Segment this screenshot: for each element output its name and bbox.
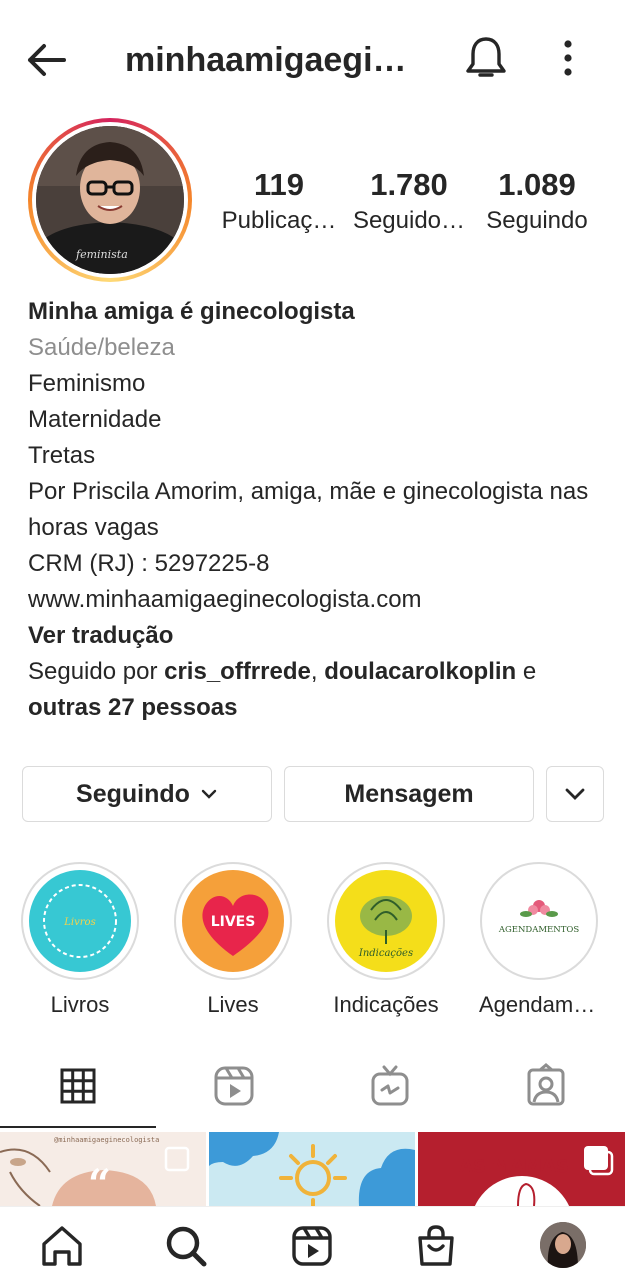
post-thumbnail[interactable]: “ @minhaamigaeginecologista bbox=[0, 1132, 206, 1206]
stat-following[interactable]: 1.089 Seguindo bbox=[475, 166, 599, 236]
chevron-down-icon bbox=[201, 789, 217, 799]
highlight-label: Agendamen… bbox=[479, 992, 599, 1017]
profile-avatar[interactable]: feminista bbox=[28, 118, 192, 282]
highlight-cover: Indicações bbox=[335, 870, 437, 972]
post-caption: @minhaamigaeginecologista bbox=[54, 1136, 159, 1144]
followed-others[interactable]: outras 27 pessoas bbox=[28, 694, 237, 721]
bell-icon[interactable] bbox=[463, 34, 509, 82]
more-options-icon[interactable] bbox=[548, 36, 588, 80]
igtv-icon[interactable] bbox=[366, 1062, 414, 1110]
followed-user-2[interactable]: doulacarolkoplin bbox=[324, 658, 516, 685]
suggested-accounts-button[interactable] bbox=[546, 766, 604, 822]
bio-line: Maternidade bbox=[28, 406, 162, 433]
post-thumbnail[interactable]: AS MAMAS bbox=[418, 1132, 625, 1206]
home-icon[interactable] bbox=[38, 1222, 86, 1270]
highlight-livros[interactable]: Livros Livros bbox=[20, 862, 140, 1018]
svg-text:“: “ bbox=[88, 1161, 111, 1206]
message-button-label: Mensagem bbox=[344, 779, 474, 808]
bio-line: Por Priscila Amorim, amiga, mãe e gineco… bbox=[28, 478, 589, 541]
stat-followers-label: Seguido… bbox=[352, 207, 466, 234]
stat-following-value: 1.089 bbox=[498, 167, 576, 202]
followed-user-1[interactable]: cris_offrrede bbox=[164, 658, 311, 685]
highlight-cover-text: Indicações bbox=[358, 948, 413, 959]
see-translation-link[interactable]: Ver tradução bbox=[28, 618, 618, 654]
message-button[interactable]: Mensagem bbox=[284, 766, 534, 822]
highlight-cover: Livros bbox=[29, 870, 131, 972]
highlight-label: Livros bbox=[50, 992, 110, 1017]
followed-by[interactable]: Seguido por cris_offrrede, doulacarolkop… bbox=[28, 654, 618, 690]
active-tab-indicator bbox=[0, 1126, 156, 1128]
profile-avatar-nav[interactable] bbox=[540, 1222, 586, 1268]
svg-text:feminista: feminista bbox=[75, 248, 128, 261]
highlight-label: Lives bbox=[207, 992, 259, 1017]
stat-following-label: Seguindo bbox=[486, 207, 588, 234]
highlight-label: Indicações bbox=[333, 992, 439, 1017]
following-button-label: Seguindo bbox=[76, 779, 190, 808]
bio-line: CRM (RJ) : 5297225-8 bbox=[28, 550, 270, 577]
shop-icon[interactable] bbox=[412, 1222, 460, 1270]
profile-bio: Minha amiga é ginecologista Saúde/beleza… bbox=[28, 294, 618, 726]
tagged-icon[interactable] bbox=[522, 1062, 570, 1110]
reels-icon[interactable] bbox=[288, 1222, 336, 1270]
highlight-cover-text: AGENDAMENTOS bbox=[498, 925, 580, 935]
followed-by-prefix: Seguido por bbox=[28, 658, 165, 685]
post-caption: AS MAMAS bbox=[459, 1156, 569, 1177]
avatar-photo: feminista bbox=[36, 126, 184, 274]
stat-followers[interactable]: 1.780 Seguido… bbox=[347, 166, 471, 236]
stat-followers-value: 1.780 bbox=[370, 167, 448, 202]
grid-icon[interactable] bbox=[54, 1062, 102, 1110]
bio-line: Tretas bbox=[28, 442, 96, 469]
search-icon[interactable] bbox=[162, 1222, 210, 1270]
chevron-down-icon bbox=[565, 788, 585, 800]
followed-and: e bbox=[516, 658, 537, 685]
highlight-agendamentos[interactable]: AGENDAMENTOS Agendamen… bbox=[479, 862, 599, 1018]
highlight-cover-text: LIVES bbox=[211, 914, 256, 930]
profile-display-name: Minha amiga é ginecologista bbox=[28, 298, 355, 325]
post-thumbnail[interactable] bbox=[209, 1132, 415, 1206]
reels-icon[interactable] bbox=[210, 1062, 258, 1110]
profile-category: Saúde/beleza bbox=[28, 334, 175, 361]
following-button[interactable]: Seguindo bbox=[22, 766, 272, 822]
stat-posts[interactable]: 119 Publicaç… bbox=[217, 166, 341, 236]
highlight-cover: LIVES bbox=[182, 870, 284, 972]
highlight-cover-text: Livros bbox=[63, 917, 95, 928]
stat-posts-value: 119 bbox=[253, 167, 304, 202]
bio-line: Feminismo bbox=[28, 370, 146, 397]
highlight-lives[interactable]: LIVES Lives bbox=[173, 862, 293, 1018]
highlight-cover: AGENDAMENTOS bbox=[488, 870, 590, 972]
highlight-indicacoes[interactable]: Indicações Indicações bbox=[326, 862, 446, 1018]
followed-separator: , bbox=[310, 658, 325, 685]
top-bar: minhaamigaegi… bbox=[0, 0, 625, 118]
bio-website-link[interactable]: www.minhaamigaeginecologista.com bbox=[28, 582, 618, 618]
profile-username: minhaamigaegi… bbox=[125, 41, 407, 79]
stat-posts-label: Publicaç… bbox=[221, 207, 337, 234]
back-arrow-icon[interactable] bbox=[22, 36, 70, 84]
